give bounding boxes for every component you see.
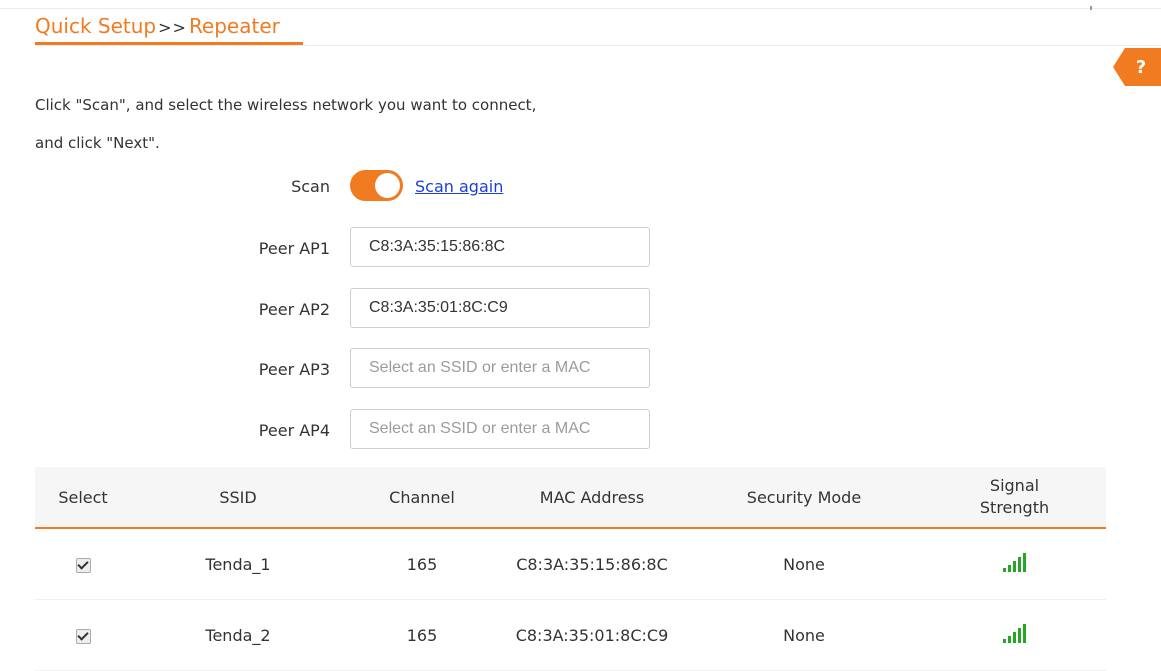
peer-ap3-label: Peer AP3 bbox=[258, 360, 330, 379]
peer-ap4-label: Peer AP4 bbox=[258, 421, 330, 440]
peer-ap3-input[interactable] bbox=[350, 348, 650, 388]
toggle-knob bbox=[375, 173, 400, 198]
table-row[interactable]: Tenda_2 165 C8:3A:35:01:8C:C9 None bbox=[35, 600, 1106, 671]
col-mac: MAC Address bbox=[539, 487, 645, 507]
peer-ap2-label: Peer AP2 bbox=[258, 300, 330, 319]
breadcrumb-separator: >> bbox=[158, 18, 187, 37]
row-signal bbox=[923, 621, 1106, 649]
instruction-line-2: and click "Next". bbox=[35, 134, 160, 152]
row-channel: 165 bbox=[406, 625, 438, 645]
row-ssid: Tenda_2 bbox=[205, 625, 271, 645]
help-icon: ? bbox=[1135, 56, 1147, 78]
breadcrumb-root[interactable]: Quick Setup bbox=[35, 14, 156, 38]
signal-strength-icon bbox=[1003, 550, 1026, 572]
row-mac: C8:3A:35:15:86:8C bbox=[516, 554, 668, 574]
peer-ap4-input[interactable] bbox=[350, 409, 650, 449]
scan-label: Scan bbox=[291, 177, 330, 196]
row-security: None bbox=[783, 625, 825, 645]
row-mac: C8:3A:35:01:8C:C9 bbox=[515, 625, 669, 645]
col-signal-line1: Signal bbox=[989, 476, 1040, 495]
row-select[interactable] bbox=[35, 626, 131, 645]
col-ssid: SSID bbox=[219, 487, 257, 507]
help-button[interactable]: ? bbox=[1113, 48, 1161, 86]
col-select: Select bbox=[58, 487, 108, 507]
row-select[interactable] bbox=[35, 555, 131, 574]
signal-strength-icon bbox=[1003, 621, 1026, 643]
peer-ap1-label: Peer AP1 bbox=[258, 239, 330, 258]
row-signal bbox=[923, 550, 1106, 578]
instruction-line-1: Click "Scan", and select the wireless ne… bbox=[35, 96, 537, 114]
breadcrumb: Quick Setup >> Repeater bbox=[35, 14, 280, 38]
row-channel: 165 bbox=[406, 554, 438, 574]
col-channel: Channel bbox=[389, 487, 455, 507]
scan-toggle[interactable] bbox=[350, 170, 403, 201]
col-security: Security Mode bbox=[746, 487, 862, 507]
row-ssid: Tenda_1 bbox=[205, 554, 271, 574]
network-table: Select SSID Channel MAC Address Security… bbox=[35, 467, 1106, 671]
table-row[interactable]: Tenda_1 165 C8:3A:35:15:86:8C None bbox=[35, 529, 1106, 600]
table-header: Select SSID Channel MAC Address Security… bbox=[35, 467, 1106, 529]
col-signal: Signal Strength bbox=[923, 475, 1106, 519]
breadcrumb-current: Repeater bbox=[188, 14, 280, 38]
scan-again-link[interactable]: Scan again bbox=[415, 177, 503, 196]
checkbox[interactable] bbox=[75, 628, 91, 644]
checkbox[interactable] bbox=[75, 557, 91, 573]
row-security: None bbox=[783, 554, 825, 574]
peer-ap1-input[interactable] bbox=[350, 227, 650, 267]
col-signal-line2: Strength bbox=[979, 498, 1050, 517]
top-divider bbox=[0, 8, 1161, 9]
corner-mark bbox=[1090, 6, 1092, 10]
title-rule bbox=[35, 45, 1161, 46]
peer-ap2-input[interactable] bbox=[350, 288, 650, 328]
